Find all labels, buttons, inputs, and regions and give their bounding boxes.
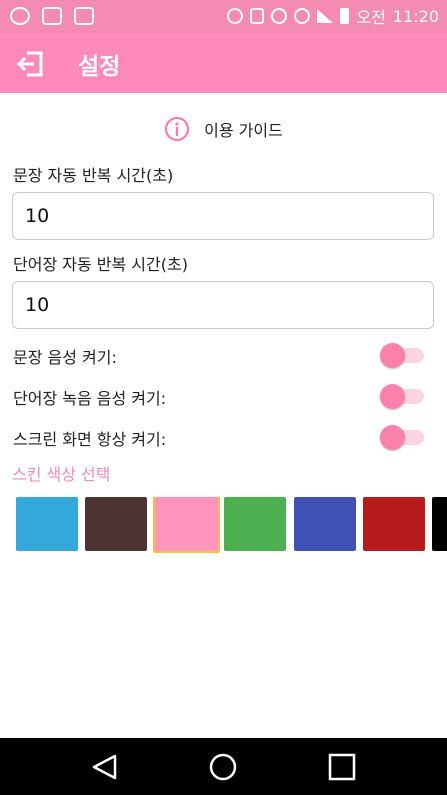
skin-swatch-brown[interactable]	[85, 497, 147, 551]
sentence-repeat-label: 문장 자동 반복 시간(초)	[13, 166, 174, 185]
skin-color-label: 스킨 색상 선택	[12, 465, 111, 484]
word-recording-voice-label: 단어장 녹음 음성 켜기:	[13, 389, 167, 408]
alarm-icon	[271, 8, 288, 24]
screen-always-on-label: 스크린 화면 항상 켜기:	[13, 430, 167, 449]
sentence-voice-toggle[interactable]	[380, 343, 426, 368]
word-repeat-label: 단어장 자동 반복 시간(초)	[13, 255, 188, 274]
vibrate-icon	[250, 8, 265, 24]
status-bar: 오전 11:20	[0, 0, 447, 33]
back-icon[interactable]	[90, 752, 120, 782]
usage-guide-label: 이용 가이드	[204, 121, 283, 140]
recents-icon[interactable]	[327, 752, 357, 782]
sentence-repeat-input[interactable]	[12, 192, 434, 240]
page-title: 설정	[78, 54, 121, 80]
info-icon	[165, 116, 190, 142]
usage-guide-link[interactable]: 이용 가이드	[0, 115, 447, 143]
skin-swatch-green[interactable]	[224, 497, 286, 551]
toggle-row-screen-always-on: 스크린 화면 항상 켜기:	[0, 423, 447, 451]
sentence-voice-label: 문장 음성 켜기:	[13, 348, 117, 367]
signal-icon	[317, 9, 334, 23]
skin-swatch-pink[interactable]	[153, 497, 220, 553]
word-repeat-input[interactable]	[12, 281, 434, 329]
wifi-icon	[294, 8, 311, 24]
status-ampm: 오전	[356, 8, 386, 27]
exit-icon[interactable]	[17, 50, 45, 78]
status-system: 오전 11:20	[227, 4, 439, 28]
skin-swatch-black[interactable]	[432, 497, 447, 551]
home-icon[interactable]	[208, 752, 238, 782]
image-notification-icon	[74, 7, 94, 25]
toggle-thumb	[380, 384, 405, 409]
toggle-row-sentence-voice: 문장 음성 켜기:	[0, 341, 447, 369]
status-time: 11:20	[392, 6, 439, 26]
navigation-bar	[0, 738, 447, 795]
bluetooth-icon	[227, 8, 244, 24]
status-notifications	[10, 6, 94, 26]
skin-swatch-red[interactable]	[363, 497, 425, 551]
toggle-row-word-recording-voice: 단어장 녹음 음성 켜기:	[0, 382, 447, 410]
app-bar: 설정	[0, 33, 447, 93]
word-recording-voice-toggle[interactable]	[380, 384, 426, 409]
screen-always-on-toggle[interactable]	[380, 425, 426, 450]
battery-icon	[340, 8, 350, 24]
toggle-thumb	[380, 343, 405, 368]
skin-swatch-blue[interactable]	[16, 497, 78, 551]
chat-notification-icon	[42, 7, 62, 25]
app-notification-icon	[10, 7, 30, 25]
toggle-thumb	[380, 425, 405, 450]
skin-color-swatches	[16, 497, 447, 553]
skin-swatch-indigo[interactable]	[294, 497, 356, 551]
